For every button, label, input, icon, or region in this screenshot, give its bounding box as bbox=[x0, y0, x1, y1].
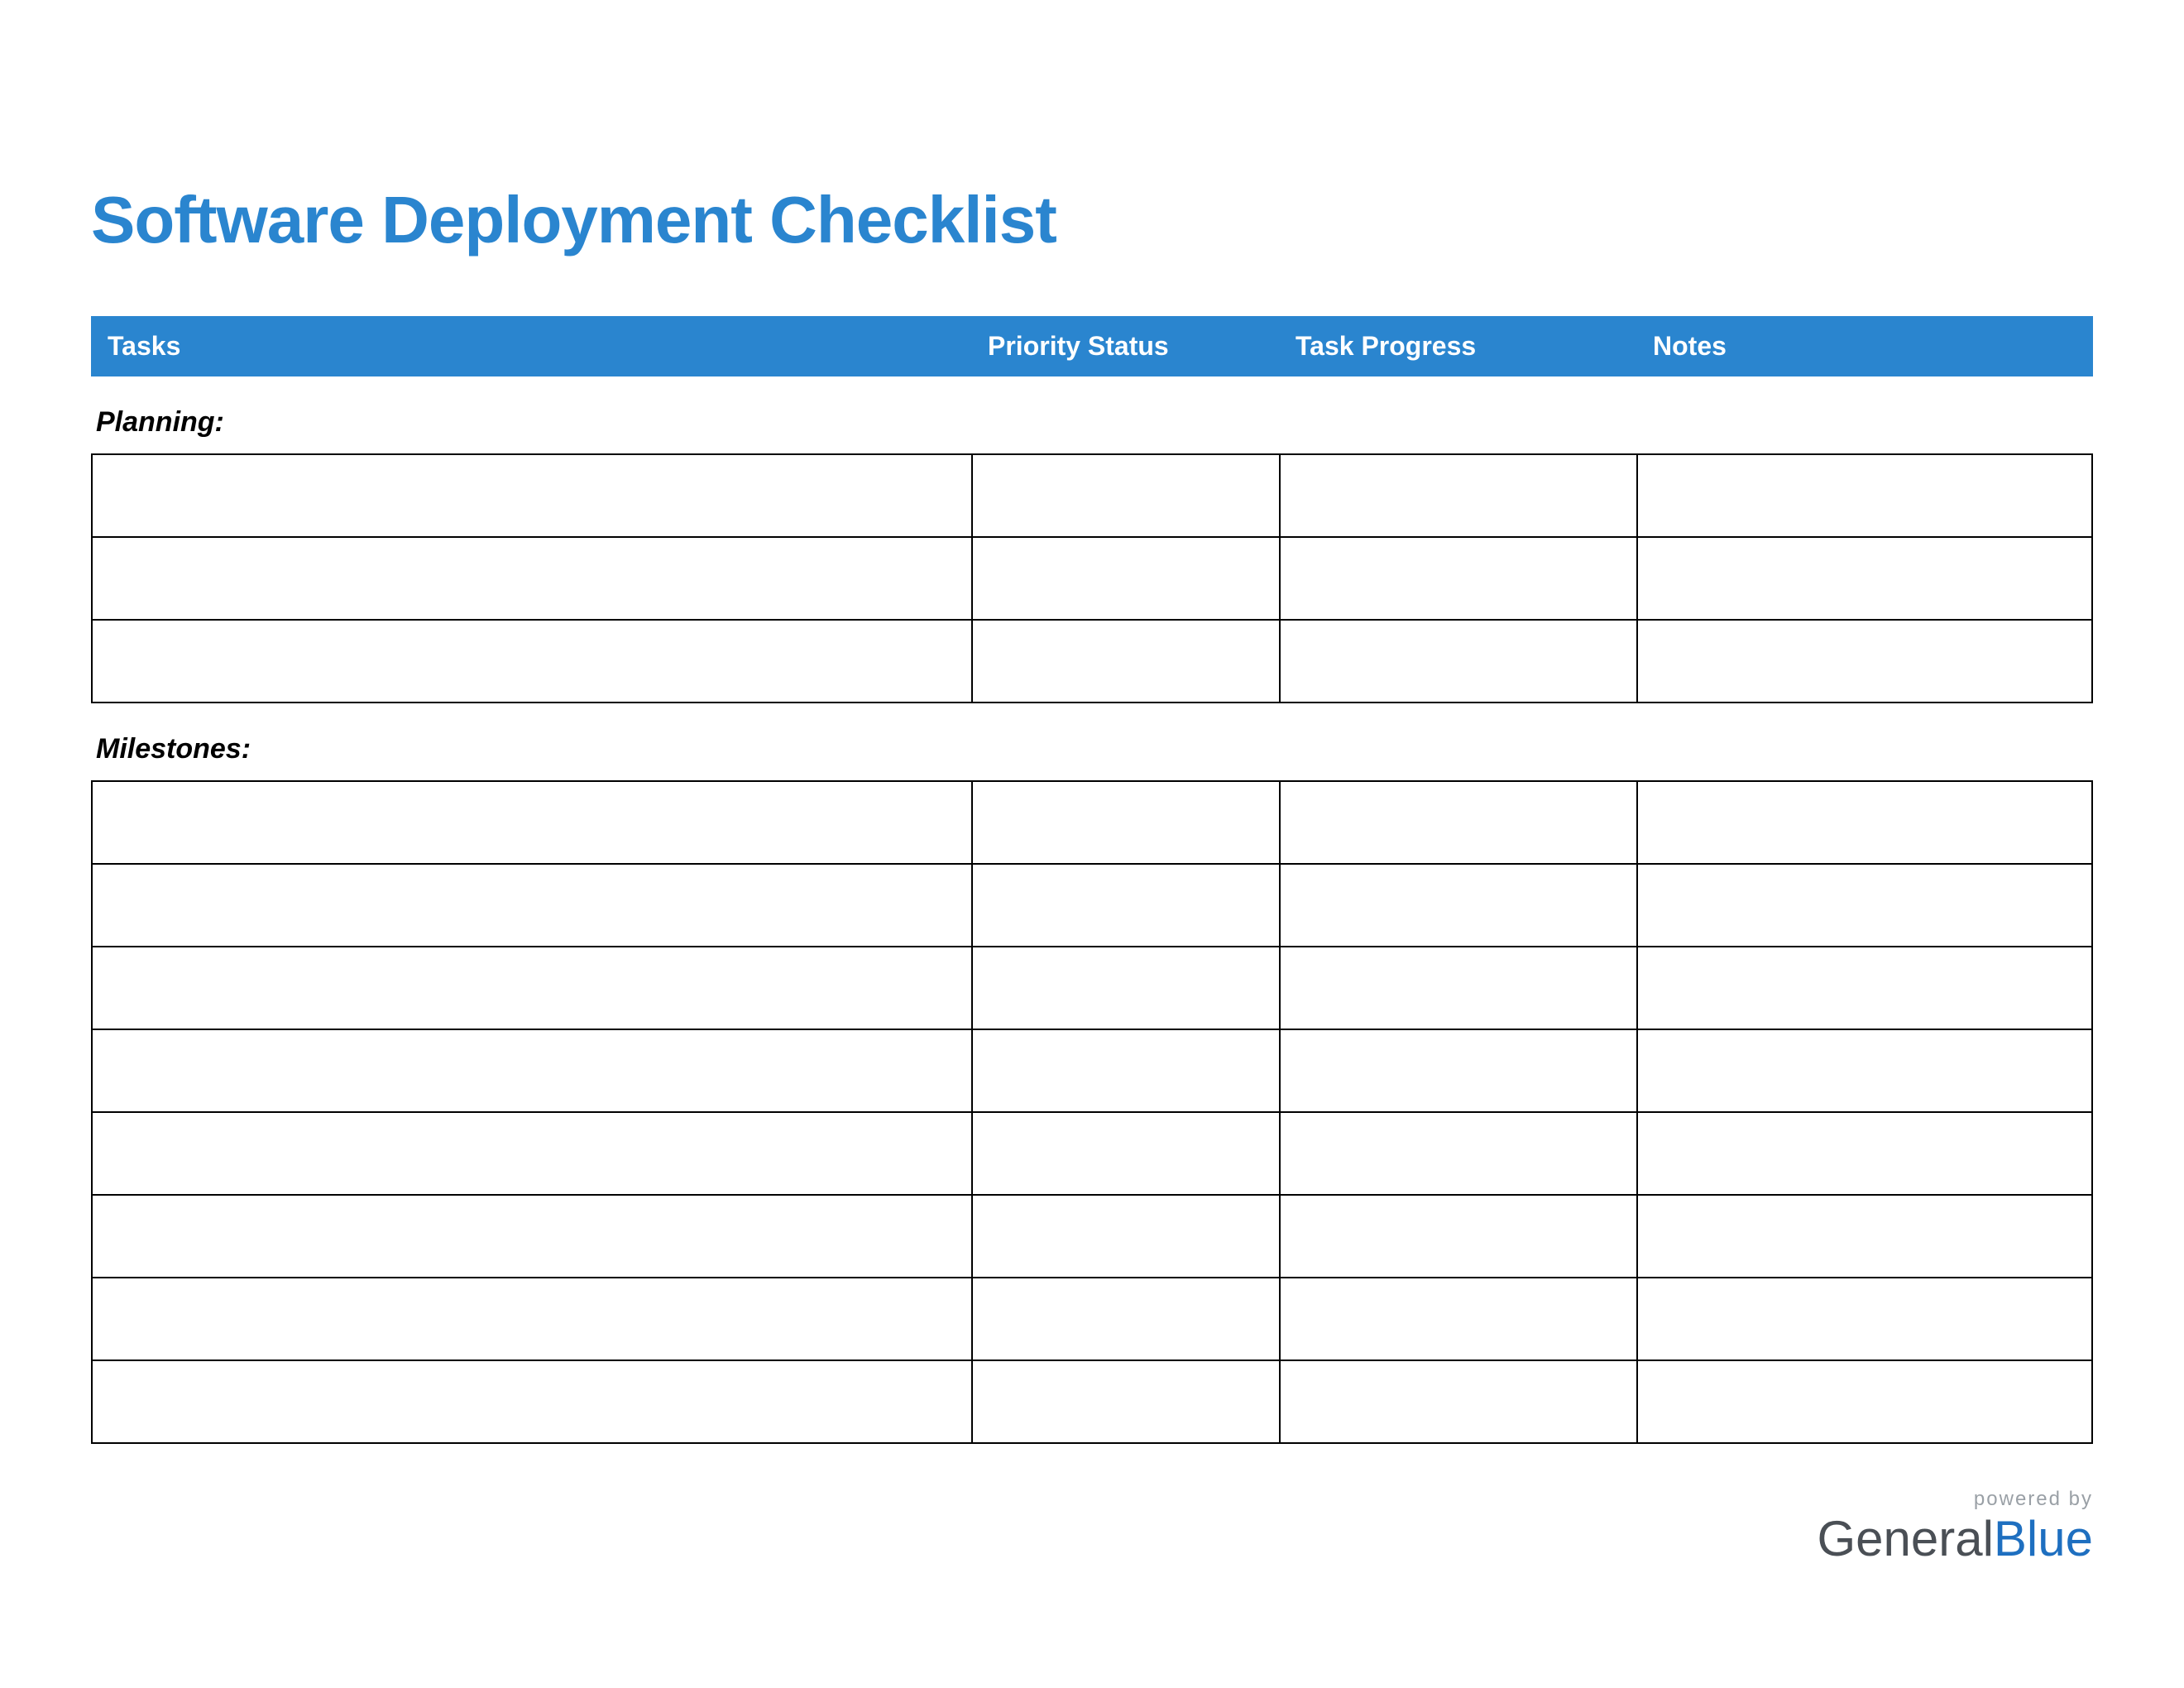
table-cell[interactable] bbox=[972, 1112, 1280, 1195]
column-header-notes: Notes bbox=[1653, 331, 2076, 362]
table-row bbox=[92, 947, 2092, 1029]
table-cell[interactable] bbox=[1280, 1360, 1637, 1443]
table-cell[interactable] bbox=[972, 1278, 1280, 1360]
table-row bbox=[92, 1278, 2092, 1360]
brand-part2: Blue bbox=[1994, 1511, 2093, 1566]
table-cell[interactable] bbox=[1280, 947, 1637, 1029]
table-cell[interactable] bbox=[972, 537, 1280, 620]
table-cell[interactable] bbox=[972, 1029, 1280, 1112]
table-row bbox=[92, 1195, 2092, 1278]
table-cell[interactable] bbox=[1280, 781, 1637, 864]
table-cell[interactable] bbox=[1637, 781, 2092, 864]
table-cell[interactable] bbox=[972, 781, 1280, 864]
powered-by-label: powered by bbox=[1817, 1488, 2093, 1511]
table-cell[interactable] bbox=[1280, 864, 1637, 947]
table-row bbox=[92, 454, 2092, 537]
table-cell[interactable] bbox=[1637, 864, 2092, 947]
table-cell[interactable] bbox=[1280, 1112, 1637, 1195]
table-cell[interactable] bbox=[1280, 1029, 1637, 1112]
table-cell[interactable] bbox=[92, 864, 972, 947]
table-row bbox=[92, 620, 2092, 703]
section-label-planning: Planning: bbox=[96, 406, 2093, 439]
table-row bbox=[92, 781, 2092, 864]
table-row bbox=[92, 1029, 2092, 1112]
table-cell[interactable] bbox=[1280, 620, 1637, 703]
column-header-progress: Task Progress bbox=[1296, 331, 1653, 362]
section-label-milestones: Milestones: bbox=[96, 733, 2093, 765]
table-cell[interactable] bbox=[92, 454, 972, 537]
table-cell[interactable] bbox=[92, 1195, 972, 1278]
milestones-table bbox=[91, 780, 2093, 1444]
table-cell[interactable] bbox=[92, 1029, 972, 1112]
footer-brand: powered by GeneralBlue bbox=[1817, 1488, 2093, 1564]
table-cell[interactable] bbox=[1280, 1278, 1637, 1360]
table-cell[interactable] bbox=[92, 947, 972, 1029]
table-cell[interactable] bbox=[1637, 1278, 2092, 1360]
table-cell[interactable] bbox=[92, 537, 972, 620]
table-cell[interactable] bbox=[1637, 537, 2092, 620]
table-cell[interactable] bbox=[92, 1360, 972, 1443]
table-header-row: Tasks Priority Status Task Progress Note… bbox=[91, 316, 2093, 376]
table-cell[interactable] bbox=[972, 454, 1280, 537]
document-page: Software Deployment Checklist Tasks Prio… bbox=[0, 0, 2184, 1688]
table-cell[interactable] bbox=[972, 620, 1280, 703]
brand-logo: GeneralBlue bbox=[1817, 1514, 2093, 1564]
table-cell[interactable] bbox=[972, 1360, 1280, 1443]
planning-table bbox=[91, 453, 2093, 703]
table-row bbox=[92, 1360, 2092, 1443]
table-cell[interactable] bbox=[92, 620, 972, 703]
table-cell[interactable] bbox=[1280, 537, 1637, 620]
column-header-tasks: Tasks bbox=[108, 331, 988, 362]
table-cell[interactable] bbox=[92, 1278, 972, 1360]
milestones-tbody bbox=[92, 781, 2092, 1443]
table-cell[interactable] bbox=[1280, 454, 1637, 537]
table-row bbox=[92, 1112, 2092, 1195]
table-cell[interactable] bbox=[1637, 1195, 2092, 1278]
table-row bbox=[92, 537, 2092, 620]
brand-part1: General bbox=[1817, 1511, 1993, 1566]
table-cell[interactable] bbox=[972, 1195, 1280, 1278]
page-title: Software Deployment Checklist bbox=[91, 182, 2093, 258]
table-cell[interactable] bbox=[92, 1112, 972, 1195]
table-cell[interactable] bbox=[1637, 1112, 2092, 1195]
planning-tbody bbox=[92, 454, 2092, 703]
table-cell[interactable] bbox=[1637, 454, 2092, 537]
column-header-priority: Priority Status bbox=[988, 331, 1296, 362]
table-cell[interactable] bbox=[1637, 1029, 2092, 1112]
table-cell[interactable] bbox=[1637, 620, 2092, 703]
table-cell[interactable] bbox=[1637, 947, 2092, 1029]
table-cell[interactable] bbox=[1637, 1360, 2092, 1443]
table-cell[interactable] bbox=[972, 864, 1280, 947]
table-cell[interactable] bbox=[972, 947, 1280, 1029]
table-cell[interactable] bbox=[1280, 1195, 1637, 1278]
table-cell[interactable] bbox=[92, 781, 972, 864]
table-row bbox=[92, 864, 2092, 947]
